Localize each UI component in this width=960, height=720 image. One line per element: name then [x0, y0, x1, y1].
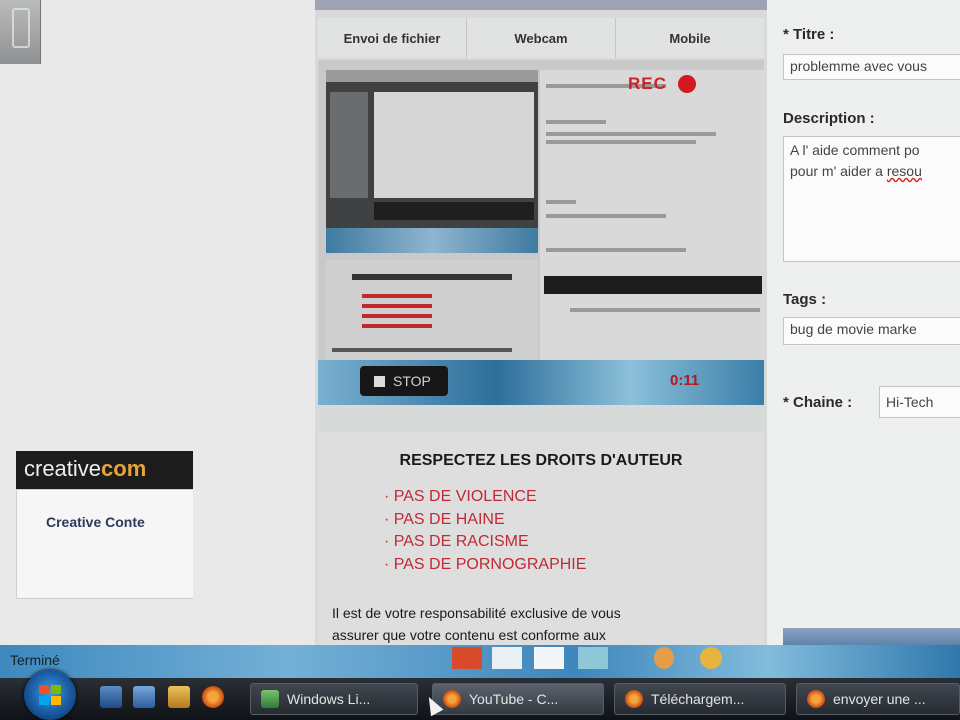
status-tile — [700, 647, 722, 669]
windows-live-icon — [261, 690, 279, 708]
description-label: Description : — [783, 110, 875, 127]
panel-top-strip — [315, 0, 767, 10]
tags-input[interactable]: bug de movie marke — [783, 317, 960, 345]
rec-label: REC — [628, 74, 667, 93]
rule-item: · PAS DE PORNOGRAPHIE — [384, 556, 587, 573]
stop-square-icon — [374, 375, 385, 387]
tags-label: Tags : — [783, 291, 827, 308]
cc-banner-text-bold: com — [101, 456, 147, 481]
channel-select[interactable]: Hi-Tech — [879, 386, 960, 418]
recording-timer: 0:11 — [670, 372, 700, 389]
notice-body-line: Il est de votre responsabilité exclusive… — [332, 605, 621, 621]
status-tile — [534, 647, 564, 669]
windows-start-icon[interactable] — [24, 670, 76, 720]
status-tile — [492, 647, 522, 669]
description-line: pour m' aider a resou — [790, 161, 954, 182]
rule-item: · PAS DE HAINE — [384, 511, 505, 528]
rule-item: · PAS DE VIOLENCE — [384, 488, 537, 505]
show-desktop-icon[interactable] — [100, 686, 122, 708]
preview-screen-right — [540, 70, 764, 370]
task-youtube[interactable]: YouTube - C... — [432, 683, 604, 715]
misspelled-word: resou — [886, 163, 922, 179]
status-tile — [578, 647, 608, 669]
title-input[interactable]: problemme avec vous — [783, 54, 960, 80]
cc-banner-text: creative — [24, 456, 102, 481]
upload-tabs: Envoi de fichier Webcam Mobile — [318, 18, 764, 58]
firefox-icon — [807, 690, 825, 708]
folder-icon[interactable] — [0, 0, 41, 64]
task-telechargement[interactable]: Téléchargem... — [614, 683, 786, 715]
status-bar — [0, 645, 960, 678]
creative-commons-box — [16, 489, 193, 599]
channel-label: * Chaine : — [783, 394, 853, 411]
stop-label: STOP — [393, 373, 431, 389]
tab-mobile[interactable]: Mobile — [616, 18, 764, 58]
media-player-icon[interactable] — [168, 686, 190, 708]
status-tile — [452, 647, 482, 669]
notice-body: Il est de votre responsabilité exclusive… — [332, 602, 732, 646]
copyright-notice: RESPECTEZ LES DROITS D'AUTEUR · PAS DE V… — [318, 432, 764, 645]
creative-commons-banner: creativecom — [16, 451, 193, 489]
task-label: YouTube - C... — [469, 691, 559, 707]
notice-body-line: assurer que votre contenu est conforme a… — [332, 627, 606, 643]
title-label: * Titre : — [783, 26, 835, 43]
switch-windows-icon[interactable] — [133, 686, 155, 708]
firefox-icon[interactable] — [202, 686, 224, 708]
description-line: A l' aide comment po — [790, 142, 920, 158]
firefox-icon — [443, 690, 461, 708]
upload-form: * Titre : problemme avec vous Descriptio… — [767, 0, 960, 645]
notice-title: RESPECTEZ LES DROITS D'AUTEUR — [399, 452, 683, 469]
task-label: Windows Li... — [287, 691, 371, 707]
form-bottom-strip — [783, 628, 960, 645]
preview-screen-left — [326, 70, 538, 253]
creative-commons-link[interactable]: Creative Conte — [46, 514, 145, 530]
webcam-preview: REC STOP 0:11 — [318, 60, 764, 405]
status-tile — [654, 647, 674, 669]
recording-dot-icon — [678, 75, 696, 93]
task-windows-live[interactable]: Windows Li... — [250, 683, 418, 715]
description-text: pour m' aider a — [790, 163, 887, 179]
windows-flag-icon — [39, 685, 61, 705]
stop-button[interactable]: STOP — [360, 366, 448, 396]
status-text: Terminé — [10, 652, 60, 668]
firefox-icon — [625, 690, 643, 708]
task-label: Téléchargem... — [651, 691, 745, 707]
task-envoyer[interactable]: envoyer une ... — [796, 683, 960, 715]
rule-item: · PAS DE RACISME — [384, 533, 529, 550]
task-label: envoyer une ... — [833, 691, 926, 707]
preview-notice — [326, 260, 538, 368]
tab-file-upload[interactable]: Envoi de fichier — [318, 18, 467, 58]
description-textarea[interactable]: A l' aide comment po pour m' aider a res… — [783, 136, 960, 262]
tab-webcam[interactable]: Webcam — [467, 18, 616, 58]
